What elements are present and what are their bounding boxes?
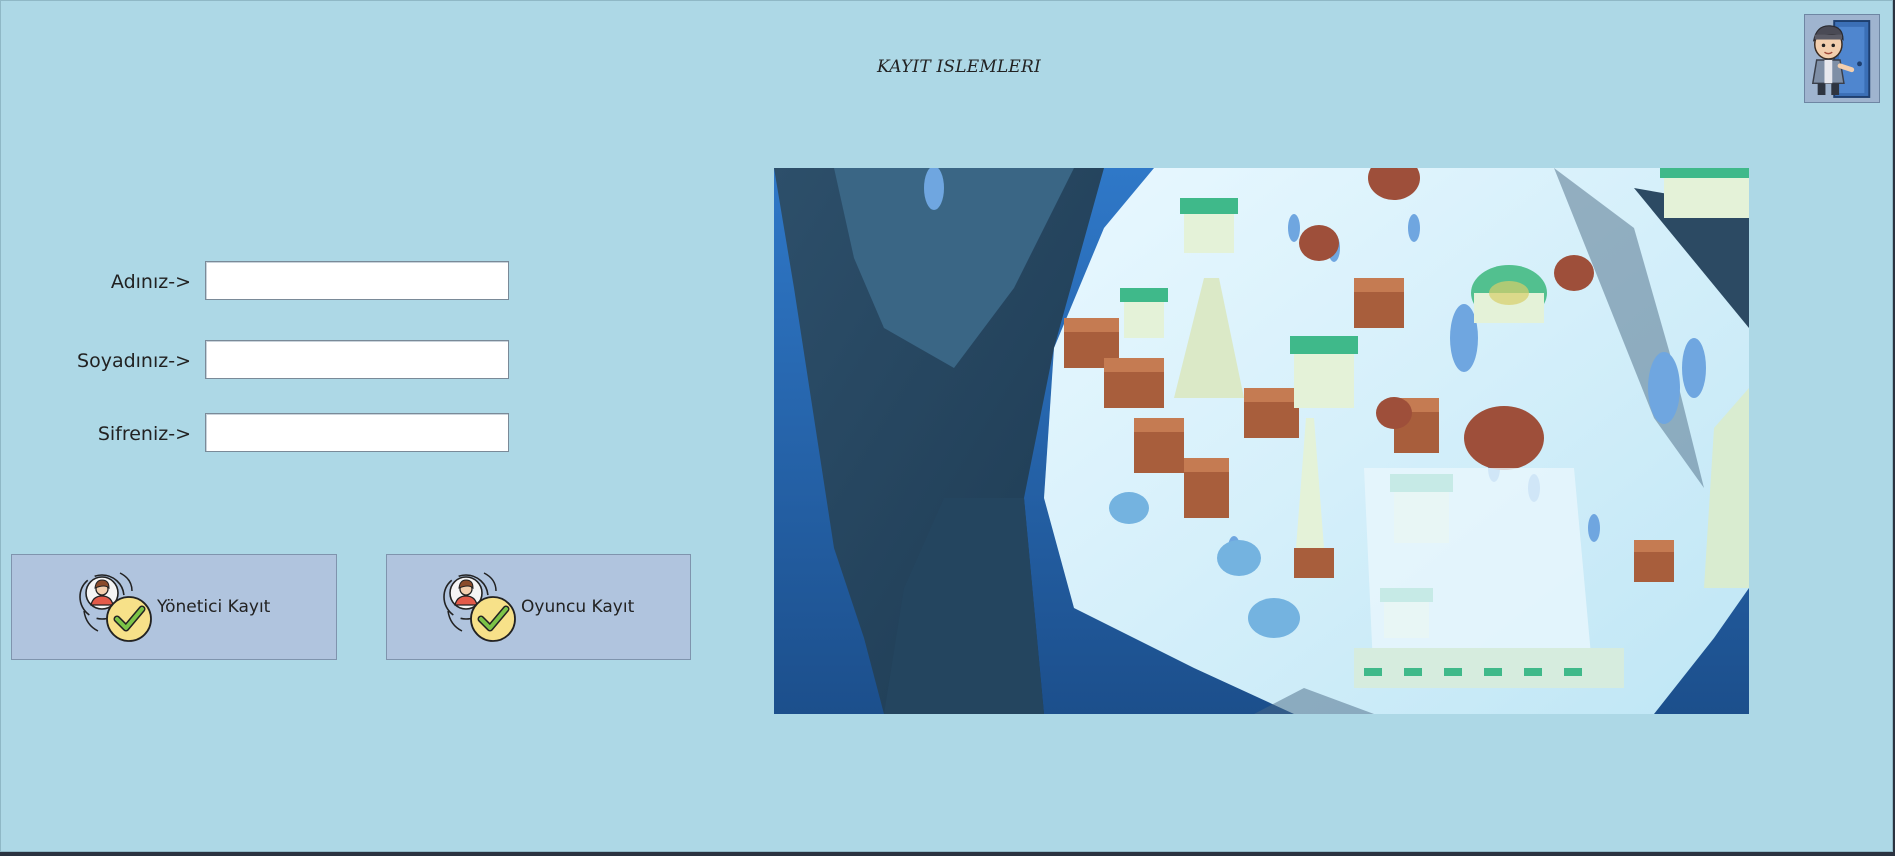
last-name-field[interactable] [205,340,509,379]
first-name-field[interactable] [205,261,509,300]
first-name-label: Adınız-> [110,271,191,293]
admin-register-button[interactable]: Yönetici Kayıt [11,554,337,660]
admin-register-label: Yönetici Kayıt [157,597,271,617]
user-check-icon [79,572,152,642]
page-title: KAYIT ISLEMLERI [877,57,1041,77]
password-field[interactable] [205,413,509,452]
exit-button[interactable] [1804,14,1880,103]
player-register-label: Oyuncu Kayıt [521,597,635,617]
last-name-label: Soyadınız-> [77,350,191,372]
password-label: Sifreniz-> [97,423,191,445]
village-illustration [774,168,1749,714]
user-check-icon [443,572,516,642]
registration-window: KAYIT ISLEMLERI Adınız-> Soyadınız-> Sif… [0,0,1893,852]
person-exit-door-icon [1811,20,1871,98]
player-register-button[interactable]: Oyuncu Kayıt [386,554,691,660]
